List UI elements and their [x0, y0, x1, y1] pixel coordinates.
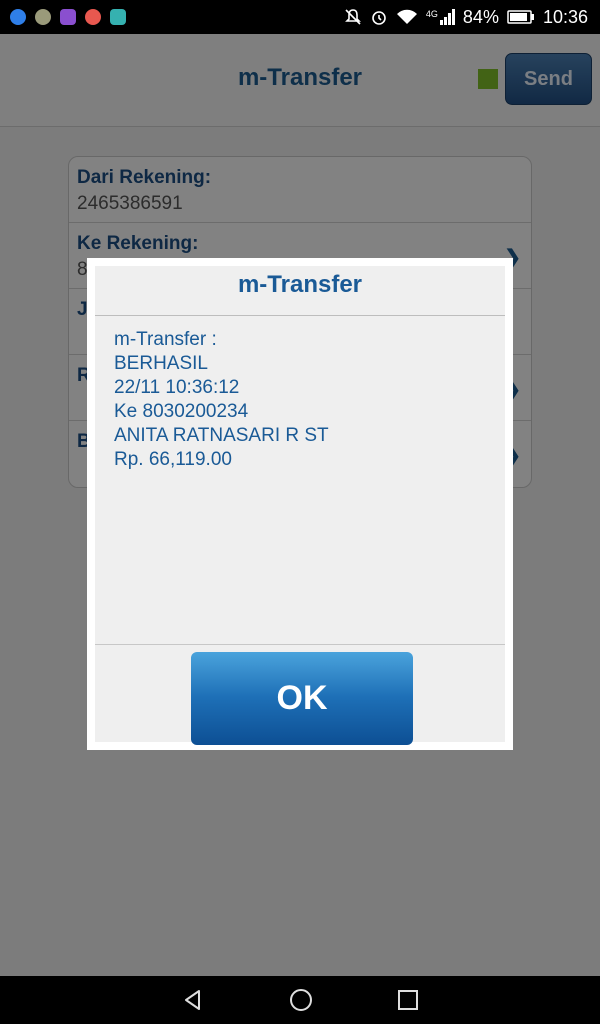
bulb-app-icon [110, 9, 126, 25]
gallery-app-icon [35, 9, 51, 25]
ok-button[interactable]: OK [191, 652, 413, 745]
camera-app-icon [85, 9, 101, 25]
back-icon[interactable] [181, 988, 205, 1012]
mute-icon [344, 9, 361, 25]
message-line: Ke 8030200234 [114, 401, 249, 422]
alarm-icon [372, 11, 386, 25]
home-icon[interactable] [288, 987, 314, 1013]
network-type: 4G [425, 9, 438, 19]
signal-icon [439, 9, 455, 25]
recent-apps-icon[interactable] [397, 989, 419, 1011]
message-line: ANITA RATNASARI R ST [114, 425, 329, 446]
status-bar: 4G 84% 10:36 [0, 0, 600, 34]
divider [95, 315, 505, 316]
message-line: Rp. 66,119.00 [114, 449, 232, 470]
navigation-bar [0, 976, 600, 1024]
dialog-title: m-Transfer [237, 271, 363, 298]
chat-app-icon [10, 9, 26, 25]
battery-percent: 84% [462, 6, 499, 27]
message-line: 22/11 10:36:12 [114, 377, 240, 398]
message-line: m-Transfer : [114, 329, 217, 350]
clock: 10:36 [542, 6, 588, 27]
wifi-icon [396, 9, 417, 24]
message-line: BERHASIL [114, 353, 208, 374]
battery-icon [507, 10, 534, 24]
divider [95, 644, 505, 645]
notification-icons [10, 9, 126, 25]
video-app-icon [60, 9, 76, 25]
result-dialog: m-Transfer m-Transfer : BERHASIL 22/11 1… [87, 258, 513, 750]
dialog-message: m-Transfer : BERHASIL 22/11 10:36:12 Ke … [114, 328, 329, 472]
